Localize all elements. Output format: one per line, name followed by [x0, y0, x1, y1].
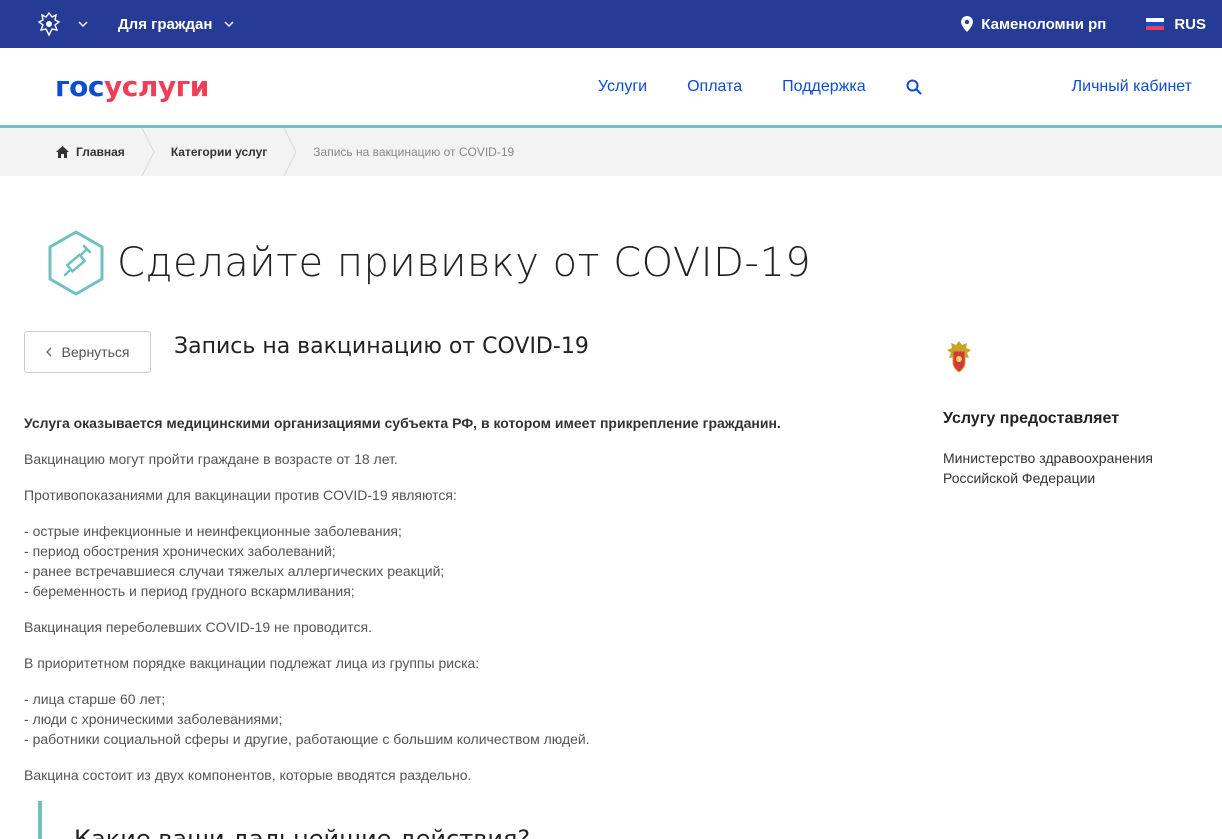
list-item: острые инфекционные и неинфекционные заб…: [24, 521, 884, 541]
breadcrumb-current: Запись на вакцинацию от COVID-19: [313, 128, 514, 176]
breadcrumb-categories[interactable]: Категории услуг: [171, 128, 267, 176]
back-button[interactable]: Вернуться: [24, 331, 151, 373]
main-header: госуслуги Услуги Оплата Поддержка Личный…: [0, 48, 1222, 128]
for-citizens-menu[interactable]: Для граждан: [118, 16, 234, 33]
coat-of-arms-icon[interactable]: [34, 9, 64, 39]
page-title-section: Сделайте прививку от COVID-19: [0, 176, 1222, 311]
service-header: Вернуться Запись на вакцинацию от COVID-…: [24, 331, 884, 373]
logo-part-uslugi: услуги: [103, 70, 209, 103]
contraindications-list: острые инфекционные и неинфекционные заб…: [24, 521, 884, 601]
list-item: лица старше 60 лет;: [24, 689, 884, 709]
ministry-emblem-icon: [947, 341, 971, 373]
breadcrumb-categories-label: Категории услуг: [170, 145, 268, 159]
breadcrumb-home[interactable]: Главная: [56, 128, 125, 176]
list-item: люди с хроническими заболеваниями;: [24, 709, 884, 729]
language-label: RUS: [1174, 15, 1206, 33]
content: Вернуться Запись на вакцинацию от COVID-…: [0, 311, 1222, 839]
main-column: Вернуться Запись на вакцинацию от COVID-…: [24, 331, 884, 839]
logo-part-gos: гос: [55, 70, 104, 103]
provider-name-line: Российской Федерации: [943, 470, 1096, 486]
breadcrumb-current-label: Запись на вакцинацию от COVID-19: [313, 145, 515, 159]
list-item: ранее встречавшиеся случаи тяжелых аллер…: [24, 561, 884, 581]
risk-groups-list: лица старше 60 лет; люди с хроническими …: [24, 689, 884, 749]
breadcrumb-separator: [283, 128, 297, 176]
personal-cabinet-link[interactable]: Личный кабинет: [1072, 78, 1192, 96]
provider-name-line: Министерство здравоохранения: [943, 450, 1153, 466]
location-label: Каменоломни рп: [981, 15, 1107, 33]
description-contraindications-heading: Противопоказаниями для вакцинации против…: [24, 487, 457, 503]
language-selector[interactable]: RUS: [1146, 16, 1206, 33]
home-icon: [56, 146, 69, 158]
next-steps-title: Какие ваши дальнейшие действия?: [74, 825, 531, 839]
topbar-left: Для граждан: [34, 0, 234, 48]
chevron-down-icon: [224, 21, 234, 27]
description-age: Вакцинацию могут пройти граждане в возра…: [24, 451, 398, 467]
next-steps-section: Какие ваши дальнейшие действия?: [38, 801, 884, 839]
provider-sidebar: Услугу предоставляет Министерство здраво…: [943, 331, 1203, 488]
service-description: Услуга оказывается медицинскими организа…: [24, 413, 884, 785]
back-button-label: Вернуться: [61, 344, 130, 360]
main-nav: Услуги Оплата Поддержка: [558, 78, 922, 96]
breadcrumb-home-label: Главная: [76, 145, 125, 159]
nav-services[interactable]: Услуги: [598, 78, 647, 96]
description-intro: Услуга оказывается медицинскими организа…: [24, 415, 781, 431]
nav-payment[interactable]: Оплата: [687, 78, 742, 96]
syringe-icon: [48, 230, 104, 295]
provider-label: Услугу предоставляет: [943, 410, 1120, 427]
chevron-down-icon[interactable]: [78, 21, 88, 27]
top-bar: Для граждан Каменоломни рп RUS: [0, 0, 1222, 48]
topbar-right: Каменоломни рп RUS: [961, 0, 1222, 48]
list-item: период обострения хронических заболевани…: [24, 541, 884, 561]
chevron-left-icon: [45, 347, 51, 357]
search-icon[interactable]: [906, 79, 922, 95]
description-components: Вакцина состоит из двух компонентов, кот…: [24, 767, 472, 783]
russia-flag-icon: [1146, 18, 1165, 30]
provider-name[interactable]: Министерство здравоохранения Российской …: [943, 448, 1203, 488]
for-citizens-label: Для граждан: [118, 15, 213, 33]
location-selector[interactable]: Каменоломни рп: [961, 16, 1106, 33]
list-item: беременность и период грудного вскармлив…: [24, 581, 884, 601]
breadcrumb: Главная Категории услуг Запись на вакцин…: [0, 128, 1222, 176]
description-recovered: Вакцинация переболевших COVID-19 не пров…: [24, 619, 373, 635]
page-title: Сделайте прививку от COVID-19: [117, 239, 812, 286]
breadcrumb-separator: [141, 128, 155, 176]
location-pin-icon: [961, 16, 974, 32]
service-title: Запись на вакцинацию от COVID-19: [174, 334, 589, 359]
nav-support[interactable]: Поддержка: [782, 78, 865, 96]
list-item: работники социальной сферы и другие, раб…: [24, 729, 884, 749]
description-priority-heading: В приоритетном порядке вакцинации подлеж…: [24, 655, 480, 671]
gosuslugi-logo[interactable]: госуслуги: [55, 70, 209, 103]
